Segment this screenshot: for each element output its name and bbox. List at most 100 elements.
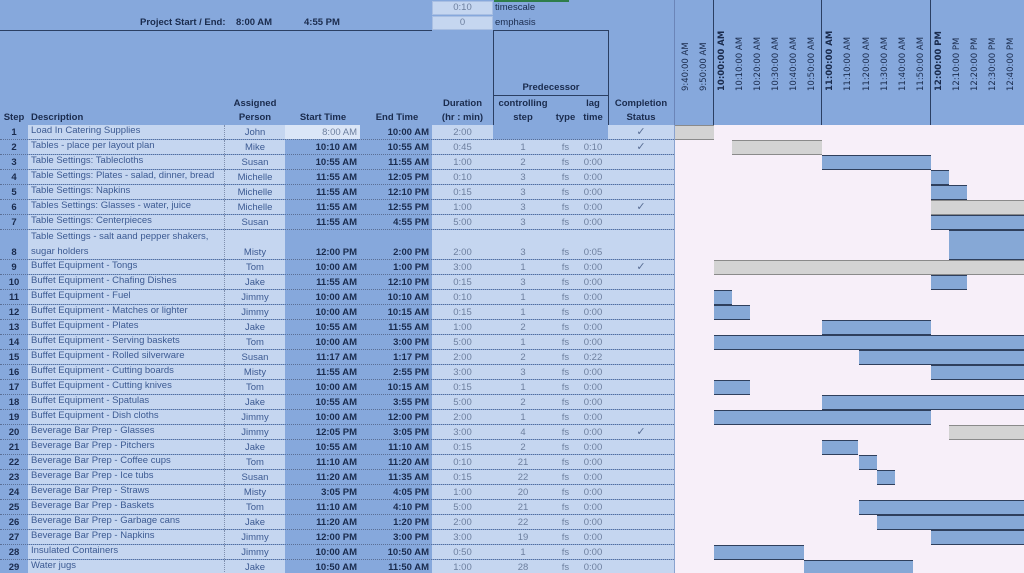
dependency-type[interactable]: fs — [553, 425, 578, 439]
duration[interactable]: 3:00 — [432, 365, 493, 379]
lag-time[interactable]: 0:00 — [578, 485, 608, 499]
end-time[interactable]: 12:55 PM — [360, 200, 432, 214]
controlling-step[interactable]: 1 — [493, 380, 553, 394]
step-number[interactable]: 8 — [0, 230, 28, 259]
duration[interactable]: 1:00 — [432, 485, 493, 499]
task-description[interactable]: Beverage Bar Prep - Baskets — [28, 500, 225, 514]
step-number[interactable]: 29 — [0, 560, 28, 573]
step-number[interactable]: 3 — [0, 155, 28, 169]
dependency-type[interactable]: fs — [553, 380, 578, 394]
completion-status[interactable]: ✓ — [608, 260, 674, 274]
step-number[interactable]: 26 — [0, 515, 28, 529]
step-number[interactable]: 6 — [0, 200, 28, 214]
assigned-person[interactable]: Tom — [225, 455, 285, 469]
start-time[interactable]: 10:00 AM — [285, 410, 360, 424]
end-time[interactable]: 12:00 PM — [360, 410, 432, 424]
assigned-person[interactable]: John — [225, 125, 285, 139]
task-description[interactable]: Water jugs — [28, 560, 225, 573]
start-time[interactable]: 11:10 AM — [285, 455, 360, 469]
assigned-person[interactable]: Michelle — [225, 200, 285, 214]
start-time[interactable]: 10:00 AM — [285, 335, 360, 349]
task-description[interactable]: Beverage Bar Prep - Coffee cups — [28, 455, 225, 469]
completion-status[interactable] — [608, 500, 674, 514]
duration[interactable]: 5:00 — [432, 500, 493, 514]
duration[interactable]: 2:00 — [432, 410, 493, 424]
dependency-type[interactable]: fs — [553, 365, 578, 379]
assigned-person[interactable]: Tom — [225, 380, 285, 394]
end-time[interactable]: 12:05 PM — [360, 170, 432, 184]
step-number[interactable]: 24 — [0, 485, 28, 499]
controlling-step[interactable]: 2 — [493, 155, 553, 169]
completion-status[interactable] — [608, 290, 674, 304]
start-time[interactable]: 11:55 AM — [285, 275, 360, 289]
step-number[interactable]: 16 — [0, 365, 28, 379]
completion-status[interactable] — [608, 380, 674, 394]
task-description[interactable]: Buffet Equipment - Matches or lighter — [28, 305, 225, 319]
end-time[interactable]: 2:55 PM — [360, 365, 432, 379]
completion-status[interactable] — [608, 320, 674, 334]
assigned-person[interactable]: Michelle — [225, 170, 285, 184]
start-time[interactable]: 12:05 PM — [285, 425, 360, 439]
start-time[interactable]: 10:55 AM — [285, 155, 360, 169]
controlling-step[interactable]: 2 — [493, 395, 553, 409]
completion-status[interactable] — [608, 410, 674, 424]
assigned-person[interactable]: Jimmy — [225, 305, 285, 319]
step-number[interactable]: 22 — [0, 455, 28, 469]
duration[interactable]: 2:00 — [432, 350, 493, 364]
completion-status[interactable] — [608, 440, 674, 454]
step-number[interactable]: 1 — [0, 125, 28, 139]
duration[interactable]: 1:00 — [432, 200, 493, 214]
assigned-person[interactable]: Susan — [225, 215, 285, 229]
duration[interactable]: 1:00 — [432, 560, 493, 573]
lag-time[interactable]: 0:00 — [578, 185, 608, 199]
emphasis-input[interactable]: 0 — [432, 16, 493, 30]
controlling-step[interactable]: 4 — [493, 425, 553, 439]
controlling-step[interactable]: 3 — [493, 170, 553, 184]
assigned-person[interactable]: Michelle — [225, 185, 285, 199]
task-description[interactable]: Buffet Equipment - Rolled silverware — [28, 350, 225, 364]
lag-time[interactable]: 0:00 — [578, 440, 608, 454]
assigned-person[interactable]: Jimmy — [225, 530, 285, 544]
duration[interactable]: 0:10 — [432, 455, 493, 469]
task-description[interactable]: Buffet Equipment - Spatulas — [28, 395, 225, 409]
completion-status[interactable] — [608, 545, 674, 559]
lag-time[interactable]: 0:00 — [578, 410, 608, 424]
assigned-person[interactable]: Jake — [225, 515, 285, 529]
assigned-person[interactable]: Misty — [225, 365, 285, 379]
task-description[interactable]: Tables Settings: Glasses - water, juice — [28, 200, 225, 214]
lag-time[interactable]: 0:00 — [578, 335, 608, 349]
completion-status[interactable] — [608, 395, 674, 409]
end-time[interactable]: 12:10 PM — [360, 275, 432, 289]
end-time[interactable]: 4:10 PM — [360, 500, 432, 514]
table-row[interactable]: 8 Table Settings - salt aand pepper shake… — [0, 230, 674, 260]
start-time[interactable]: 10:00 AM — [285, 260, 360, 274]
controlling-step[interactable]: 1 — [493, 410, 553, 424]
controlling-step[interactable]: 22 — [493, 515, 553, 529]
start-time[interactable]: 3:05 PM — [285, 485, 360, 499]
completion-status[interactable] — [608, 485, 674, 499]
completion-status[interactable]: ✓ — [608, 140, 674, 154]
end-time[interactable]: 2:00 PM — [360, 230, 432, 259]
assigned-person[interactable]: Jake — [225, 320, 285, 334]
assigned-person[interactable]: Jake — [225, 440, 285, 454]
task-description[interactable]: Tables - place per layout plan — [28, 140, 225, 154]
assigned-person[interactable]: Jimmy — [225, 290, 285, 304]
end-time[interactable]: 1:20 PM — [360, 515, 432, 529]
completion-status[interactable] — [608, 365, 674, 379]
dependency-type[interactable]: fs — [553, 440, 578, 454]
assigned-person[interactable]: Tom — [225, 335, 285, 349]
lag-time[interactable]: 0:00 — [578, 320, 608, 334]
step-number[interactable]: 28 — [0, 545, 28, 559]
task-description[interactable]: Beverage Bar Prep - Ice tubs — [28, 470, 225, 484]
completion-status[interactable] — [608, 215, 674, 229]
task-description[interactable]: Buffet Equipment - Cutting knives — [28, 380, 225, 394]
completion-status[interactable] — [608, 530, 674, 544]
lag-time[interactable]: 0:00 — [578, 425, 608, 439]
end-time[interactable]: 4:55 PM — [360, 215, 432, 229]
end-time[interactable]: 1:00 PM — [360, 260, 432, 274]
step-number[interactable]: 19 — [0, 410, 28, 424]
step-number[interactable]: 17 — [0, 380, 28, 394]
lag-time[interactable]: 0:00 — [578, 470, 608, 484]
completion-status[interactable] — [608, 455, 674, 469]
task-description[interactable]: Buffet Equipment - Tongs — [28, 260, 225, 274]
